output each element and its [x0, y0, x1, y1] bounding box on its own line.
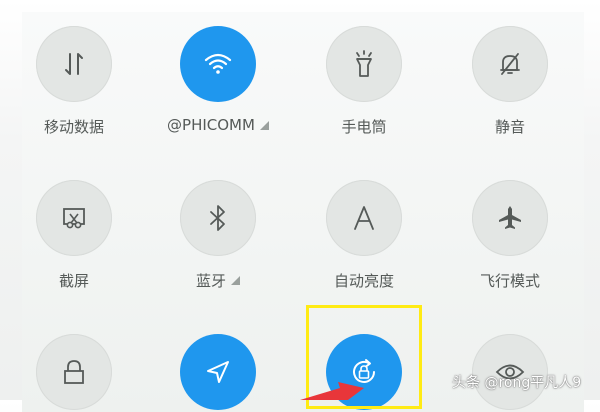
- tile-label: @PHICOMM: [158, 116, 278, 134]
- submenu-triangle-icon: [259, 120, 269, 130]
- tile-label: 静音: [494, 118, 525, 136]
- tile-lock[interactable]: [14, 334, 134, 410]
- mute-bell-icon: [500, 53, 520, 75]
- submenu-triangle-icon: [231, 276, 240, 285]
- tile-auto-brightness[interactable]: 自动亮度: [304, 180, 424, 291]
- airplane-mode-toggle[interactable]: [472, 180, 548, 256]
- screenshot-icon: [63, 208, 85, 229]
- mobile-data-toggle[interactable]: [36, 26, 112, 102]
- tile-label: 飞行模式: [479, 272, 540, 290]
- tile-wifi[interactable]: @PHICOMM: [158, 26, 278, 134]
- auto-brightness-icon: [354, 206, 374, 230]
- pointer-arrow-icon: [300, 382, 364, 400]
- watermark-text: 头条 @rong平凡人9: [452, 375, 582, 391]
- bluetooth-icon: [210, 205, 225, 231]
- tile-label: 移动数据: [43, 118, 104, 136]
- tile-mute[interactable]: 静音: [450, 26, 570, 137]
- tile-mobile-data[interactable]: 移动数据: [14, 26, 134, 137]
- tile-screenshot[interactable]: 截屏: [14, 180, 134, 291]
- tile-bluetooth[interactable]: 蓝牙: [158, 180, 278, 291]
- mute-toggle[interactable]: [472, 26, 548, 102]
- tile-airplane-mode[interactable]: 飞行模式: [450, 180, 570, 291]
- mobile-data-icon: [65, 53, 83, 75]
- tile-flashlight[interactable]: 手电筒: [304, 26, 424, 137]
- tile-location[interactable]: [158, 334, 278, 410]
- tile-label: 截屏: [58, 272, 89, 290]
- flashlight-icon: [356, 50, 372, 77]
- screenshot-toggle[interactable]: [36, 180, 112, 256]
- location-icon: [207, 361, 229, 383]
- auto-brightness-toggle[interactable]: [326, 180, 402, 256]
- location-toggle[interactable]: [180, 334, 256, 410]
- lock-icon: [64, 360, 84, 384]
- wifi-toggle[interactable]: [180, 26, 256, 102]
- wifi-icon: [204, 53, 232, 74]
- tile-label: 自动亮度: [333, 272, 394, 290]
- tile-label: 手电筒: [341, 118, 387, 136]
- tile-label: 蓝牙: [158, 270, 278, 291]
- bluetooth-toggle[interactable]: [180, 180, 256, 256]
- flashlight-toggle[interactable]: [326, 26, 402, 102]
- lock-toggle[interactable]: [36, 334, 112, 410]
- airplane-icon: [499, 206, 521, 229]
